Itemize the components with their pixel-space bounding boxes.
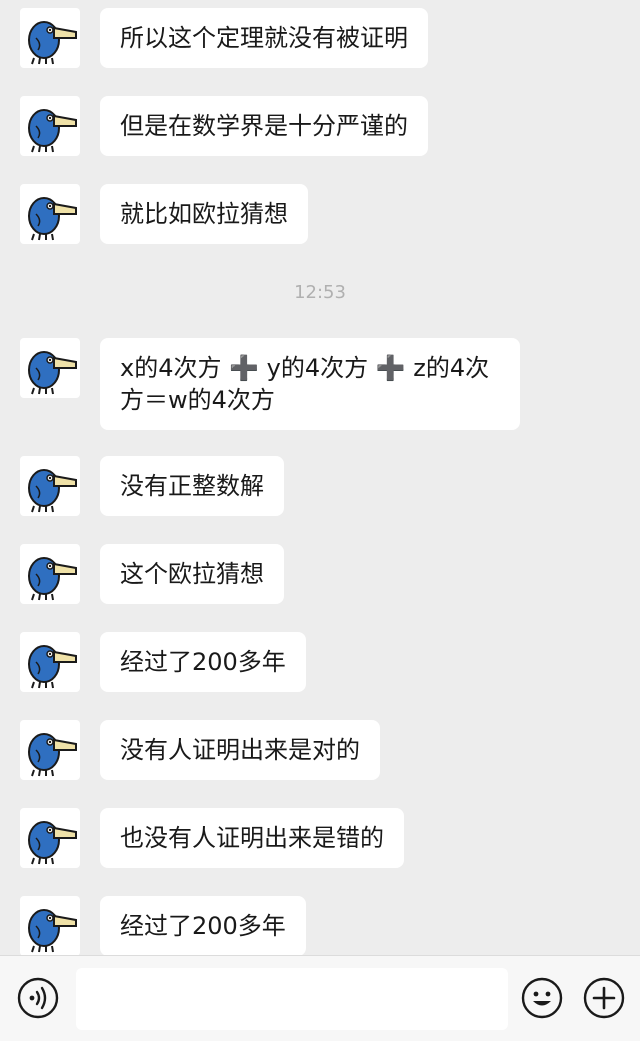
avatar[interactable]: [20, 896, 80, 955]
message-bubble[interactable]: 经过了200多年: [100, 896, 306, 955]
bird-avatar-icon: [28, 469, 77, 513]
voice-icon[interactable]: [16, 976, 60, 1020]
message-bubble[interactable]: 这个欧拉猜想: [100, 544, 284, 604]
message-input[interactable]: [76, 968, 508, 1030]
avatar[interactable]: [20, 96, 80, 156]
message-bubble[interactable]: 没有人证明出来是对的: [100, 720, 380, 780]
bird-avatar-icon: [28, 821, 77, 865]
timestamp: 12:53: [294, 282, 346, 303]
avatar[interactable]: [20, 544, 80, 604]
avatar[interactable]: [20, 720, 80, 780]
message-bubble[interactable]: 但是在数学界是十分严谨的: [100, 96, 428, 156]
message-bubble[interactable]: 没有正整数解: [100, 456, 284, 516]
bird-avatar-icon: [28, 733, 77, 777]
emoji-icon[interactable]: [520, 976, 564, 1020]
message-bubble[interactable]: 就比如欧拉猜想: [100, 184, 308, 244]
chat-history[interactable]: 所以这个定理就没有被证明 但是在数学界是十分严谨的 就比如欧拉猜想 12:53 …: [0, 0, 640, 955]
bird-avatar-icon: [28, 197, 77, 241]
bird-avatar-icon: [28, 909, 77, 953]
avatar[interactable]: [20, 184, 80, 244]
bird-avatar-icon: [28, 351, 77, 395]
bird-avatar-icon: [28, 645, 77, 689]
plus-icon[interactable]: [582, 976, 626, 1020]
bird-avatar-icon: [28, 109, 77, 153]
avatar[interactable]: [20, 808, 80, 868]
bird-avatar-icon: [28, 557, 77, 601]
bird-avatar-icon: [28, 21, 77, 65]
message-bubble[interactable]: 经过了200多年: [100, 632, 306, 692]
input-bar: [0, 955, 640, 1041]
avatar[interactable]: [20, 456, 80, 516]
avatar[interactable]: [20, 632, 80, 692]
avatar[interactable]: [20, 8, 80, 68]
avatar[interactable]: [20, 338, 80, 398]
message-bubble[interactable]: 也没有人证明出来是错的: [100, 808, 404, 868]
message-bubble[interactable]: x的4次方 ➕ y的4次方 ➕ z的4次方＝w的4次方: [100, 338, 520, 430]
message-bubble[interactable]: 所以这个定理就没有被证明: [100, 8, 428, 68]
